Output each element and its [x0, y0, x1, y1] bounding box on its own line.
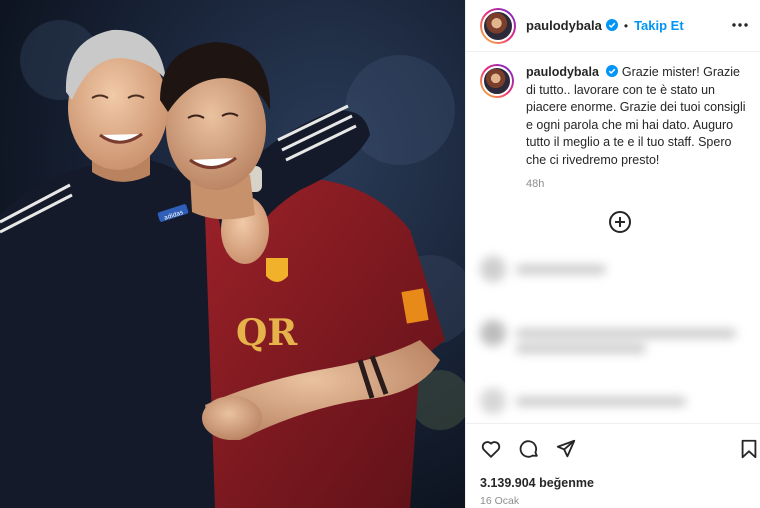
heart-icon[interactable]	[480, 438, 502, 460]
post-date: 16 Ocak	[480, 495, 520, 507]
comment-icon[interactable]	[518, 438, 540, 460]
caption-avatar[interactable]	[480, 64, 514, 98]
username-link[interactable]: paulodybala	[526, 18, 618, 33]
post-caption: paulodybala Grazie mister! Grazie di tut…	[480, 64, 750, 194]
verified-badge-icon	[605, 19, 618, 31]
caption-body: paulodybala Grazie mister! Grazie di tut…	[526, 64, 748, 194]
verified-badge-icon	[606, 65, 619, 77]
share-icon[interactable]	[555, 438, 577, 460]
post-details-panel: paulodybala • Takip Et paulodybala Grazi…	[465, 0, 760, 508]
follow-button[interactable]: Takip Et	[634, 18, 684, 33]
caption-text: Grazie mister! Grazie di tutto.. lavorar…	[526, 65, 746, 167]
username-text: paulodybala	[526, 18, 602, 33]
bookmark-icon[interactable]	[738, 438, 760, 460]
header-separator: •	[623, 18, 629, 33]
post-header: paulodybala • Takip Et	[466, 0, 760, 52]
caption-username[interactable]: paulodybala	[526, 65, 599, 79]
post-photo[interactable]: adidas QR	[0, 0, 465, 508]
profile-avatar[interactable]	[480, 7, 516, 44]
blurred-comments	[480, 248, 755, 423]
likes-count[interactable]: 3.139.904 beğenme	[480, 476, 594, 490]
caption-timestamp: 48h	[526, 178, 545, 190]
more-options-icon[interactable]	[731, 16, 749, 34]
jersey-sponsor-text: QR	[236, 312, 298, 354]
plus-circle-icon[interactable]	[608, 210, 632, 234]
post-image-illustration: adidas QR	[0, 0, 465, 508]
post-actions: 3.139.904 beğenme 16 Ocak	[466, 423, 760, 508]
